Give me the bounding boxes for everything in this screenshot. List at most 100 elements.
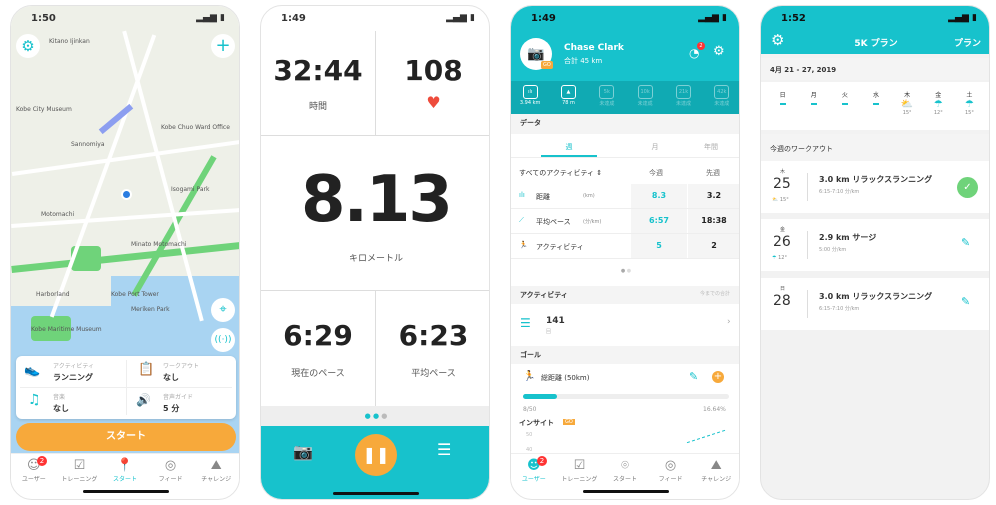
tab-feed[interactable]: ◎ フィード — [648, 454, 694, 489]
day-label: 日 — [779, 92, 786, 99]
plus-icon[interactable]: + — [211, 34, 235, 58]
achievement-badge[interactable]: ılı 3.94 km — [511, 81, 549, 114]
map-label: Kobe Port Tower — [111, 291, 159, 298]
workout-setting[interactable]: 📋 ワークアウト なし — [126, 356, 236, 387]
tab-label: フィード — [658, 476, 683, 483]
tab-user[interactable]: ☻ 2 ユーザー — [511, 454, 557, 489]
voice-guide-setting[interactable]: 🔊 音声ガイド 5 分 — [126, 387, 236, 418]
gear-icon[interactable]: ⚙ — [713, 44, 725, 59]
goal-progress-text: 8/50 — [523, 406, 537, 413]
achievement-icon: ılı — [522, 85, 538, 99]
achievement-badge[interactable]: 42k 未達成 — [703, 81, 739, 114]
plan-button[interactable]: プラン — [954, 36, 981, 49]
recenter-icon[interactable]: ⌖ — [211, 298, 235, 322]
goal-percent: 16.64% — [703, 406, 726, 413]
gear-icon[interactable]: ⚙ — [16, 34, 40, 58]
distance-value: 8.13 — [301, 162, 453, 237]
section-workouts: 今週のワークアウト — [761, 134, 989, 162]
workout-title: 3.0 km リラックスランニング — [819, 292, 933, 301]
add-goal-icon[interactable]: + — [712, 371, 724, 383]
runner-icon: 🏃 — [519, 241, 528, 249]
phone-profile-screen: 1:49 ▂▄▆ ▮ 📷 GO Chase Clark 合計 45 km ◔ 2 … — [510, 5, 740, 500]
distance-cell: 8.13 キロメートル — [261, 136, 489, 291]
status-time: 1:49 — [531, 13, 556, 24]
chevron-right-icon: › — [727, 317, 731, 327]
activity-unit: 回 — [546, 329, 552, 335]
tab-challenge[interactable]: ⛰ チャレンジ — [193, 454, 239, 489]
day-label: 月 — [810, 92, 817, 99]
training-icon: ☑ — [573, 458, 586, 473]
workout-card[interactable]: 日 28 3.0 km リラックスランニング 6:15-7:10 分/km ✎ — [761, 278, 989, 330]
tab-feed[interactable]: ◎ フィード — [148, 454, 194, 489]
achievement-badge[interactable]: ▲ 78 m — [549, 81, 587, 114]
achievement-icon: 5k — [599, 85, 615, 99]
phone-map-screen: Kitano Ijinkan Kobe City Museum Sannomiy… — [10, 5, 240, 500]
status-bar: 1:50 ▂▄▆ ▮ — [11, 6, 239, 30]
tab-user[interactable]: ☺ 2 ユーザー — [11, 454, 57, 489]
music-setting[interactable]: ♫ 音楽 なし — [16, 387, 126, 418]
speaker-icon: 🔊 — [136, 393, 151, 407]
gps-signal-icon[interactable]: ((·)) — [211, 328, 235, 352]
tab-start[interactable]: 📍 スタート — [102, 454, 148, 489]
tab-training[interactable]: ☑ トレーニング — [557, 454, 603, 489]
this-week-value: 8.3 — [651, 191, 667, 200]
workout-title: 2.9 km サージ — [819, 233, 877, 242]
go-badge: GO — [563, 419, 575, 425]
tab-start[interactable]: ⌾ スタート — [602, 454, 648, 489]
day-column: 月 — [798, 82, 829, 130]
map-label: Kitano Ijinkan — [49, 38, 90, 45]
map-label: Sannomiya — [71, 141, 105, 148]
achievement-label: 未達成 — [675, 101, 691, 107]
period-tabs: 週 月 年間 — [511, 136, 739, 158]
achievement-icon: 21k — [675, 85, 691, 99]
activity-filter[interactable]: すべてのアクティビティ ⇕ — [519, 168, 602, 178]
profile-header: 1:49 ▂▄▆ ▮ 📷 GO Chase Clark 合計 45 km ◔ 2 … — [511, 6, 739, 81]
pause-button[interactable]: ❚❚ — [355, 434, 397, 476]
tab-year[interactable]: 年間 — [683, 136, 739, 157]
start-button[interactable]: スタート — [16, 423, 236, 451]
workout-card[interactable]: 金 26 ☂ 12° 2.9 km サージ 5:00 分/km ✎ — [761, 219, 989, 271]
last-week-value: 3.2 — [706, 191, 722, 200]
tab-week[interactable]: 週 — [541, 136, 597, 157]
workout-pace: 5:00 分/km — [819, 247, 847, 253]
page-dots[interactable]: ● ● — [511, 268, 739, 274]
activity-count-row[interactable]: ☰ 141 回 › — [511, 306, 739, 344]
edit-icon[interactable]: ✎ — [689, 370, 698, 383]
setting-value: なし — [163, 373, 179, 382]
filter-label: すべてのアクティビティ — [519, 169, 595, 177]
day-label: 金 — [935, 92, 942, 99]
day-label: 木 — [904, 92, 911, 99]
workout-pace: 6:15-7:10 分/km — [819, 189, 860, 195]
run-controls: 📷 ❚❚ ☰ — [261, 426, 489, 499]
workout-card[interactable]: 木 25 ⛅ 15° 3.0 km リラックスランニング 6:15-7:10 分/km ✓ — [761, 161, 989, 213]
checkmark-icon[interactable]: ✓ — [957, 177, 978, 198]
col-last-week: 先週 — [706, 169, 720, 177]
duration-cell: 32:44 時間 — [261, 31, 376, 136]
col-this-week: 今週 — [649, 169, 663, 177]
workout-dow: 日 — [780, 286, 786, 292]
sliders-icon[interactable]: ☰ — [437, 440, 451, 459]
tab-training[interactable]: ☑ トレーニング — [57, 454, 103, 489]
row-unit: (分/km) — [583, 219, 602, 225]
achievement-badge[interactable]: 21k 未達成 — [664, 81, 702, 114]
battery-icon: ▂▄▆ ▮ — [948, 13, 977, 23]
tab-challenge[interactable]: ⛰ チャレンジ — [693, 454, 739, 489]
page-dots[interactable]: ● ● ● — [261, 406, 489, 426]
section-data: データ — [511, 114, 739, 134]
edit-icon[interactable]: ✎ — [961, 295, 970, 308]
achievement-badge[interactable]: 5k 未達成 — [588, 81, 626, 114]
edit-icon[interactable]: ✎ — [961, 236, 970, 249]
activity-setting[interactable]: 👟 アクティビティ ランニング — [16, 356, 126, 387]
camera-icon[interactable]: 📷 — [293, 442, 313, 461]
day-label: 水 — [872, 92, 879, 99]
achievement-badge[interactable]: 10k 未達成 — [626, 81, 664, 114]
location-pin-icon: 📍 — [116, 458, 134, 473]
battery-icon: ▂▄▆ ▮ — [698, 13, 727, 23]
feed-icon: ◎ — [664, 458, 677, 473]
pace-icon: ⟋ — [519, 216, 524, 224]
workout-day: 28 — [773, 293, 791, 309]
section-title: アクティビティ — [520, 291, 568, 299]
tab-label: ユーザー — [21, 476, 46, 483]
current-pace-cell: 6:29 現在のペース — [261, 291, 376, 406]
tab-month[interactable]: 月 — [627, 136, 683, 157]
